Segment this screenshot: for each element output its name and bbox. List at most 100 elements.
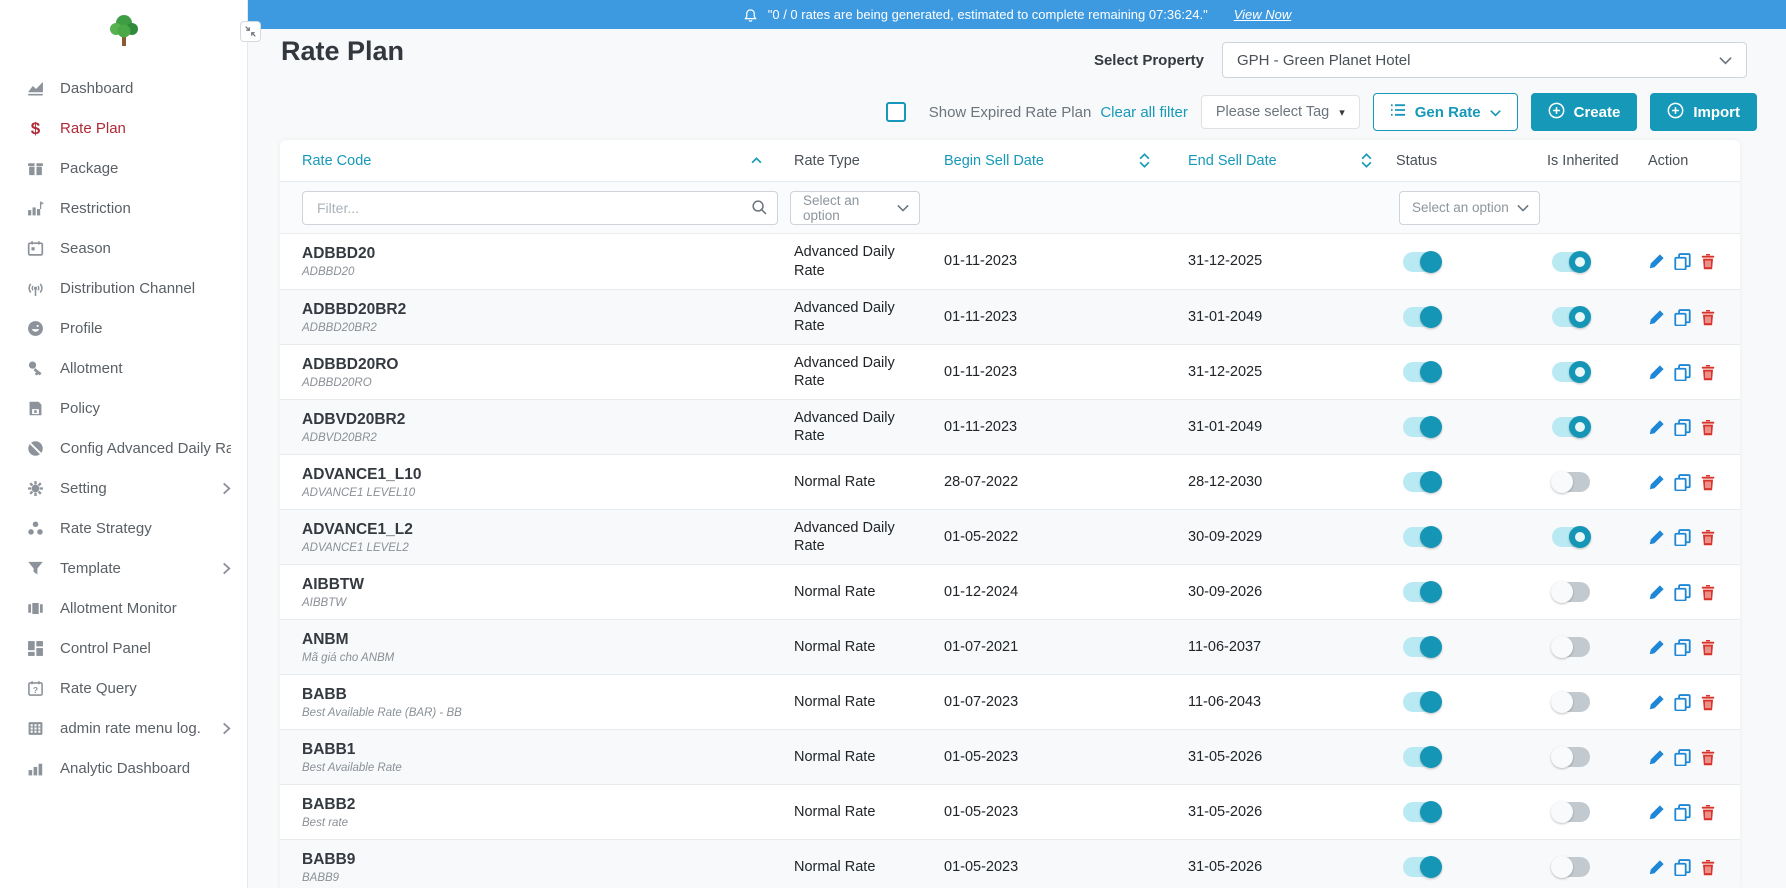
sidebar-item-season[interactable]: Season [0, 228, 247, 268]
sidebar-item-rate-plan[interactable]: $Rate Plan [0, 108, 247, 148]
delete-icon[interactable] [1700, 584, 1716, 601]
tag-select[interactable]: Please select Tag ▾ [1201, 95, 1360, 129]
edit-icon[interactable] [1648, 474, 1665, 491]
edit-icon[interactable] [1648, 364, 1665, 381]
is-inherited-toggle[interactable] [1552, 637, 1590, 657]
sidebar-item-setting[interactable]: Setting [0, 468, 247, 508]
copy-icon[interactable] [1674, 694, 1691, 711]
sidebar-item-restriction[interactable]: Restriction [0, 188, 247, 228]
show-expired-checkbox[interactable] [886, 102, 906, 122]
copy-icon[interactable] [1674, 364, 1691, 381]
delete-icon[interactable] [1700, 639, 1716, 656]
status-toggle[interactable] [1403, 692, 1441, 712]
delete-icon[interactable] [1700, 364, 1716, 381]
copy-icon[interactable] [1674, 529, 1691, 546]
sidebar-item-profile[interactable]: Profile [0, 308, 247, 348]
sort-both-icon[interactable] [1139, 153, 1150, 168]
copy-icon[interactable] [1674, 419, 1691, 436]
is-inherited-toggle[interactable] [1552, 527, 1590, 547]
delete-icon[interactable] [1700, 749, 1716, 766]
delete-icon[interactable] [1700, 859, 1716, 876]
import-button[interactable]: Import [1650, 93, 1757, 131]
status-toggle[interactable] [1403, 527, 1441, 547]
status-toggle[interactable] [1403, 307, 1441, 327]
status-filter-select[interactable]: Select an option [1399, 191, 1540, 225]
status-toggle[interactable] [1403, 362, 1441, 382]
status-toggle[interactable] [1403, 417, 1441, 437]
copy-icon[interactable] [1674, 309, 1691, 326]
is-inherited-toggle[interactable] [1552, 692, 1590, 712]
edit-icon[interactable] [1648, 639, 1665, 656]
edit-icon[interactable] [1648, 749, 1665, 766]
status-toggle[interactable] [1403, 747, 1441, 767]
sidebar-item-dashboard[interactable]: Dashboard [0, 68, 247, 108]
edit-icon[interactable] [1648, 529, 1665, 546]
delete-icon[interactable] [1700, 804, 1716, 821]
column-header-rate-code[interactable]: Rate Code [280, 153, 770, 169]
edit-icon[interactable] [1648, 694, 1665, 711]
clear-all-filter-link[interactable]: Clear all filter [1100, 104, 1188, 121]
sort-both-icon[interactable] [1361, 153, 1372, 168]
column-header-end-sell-date[interactable]: End Sell Date [1158, 153, 1380, 169]
create-button[interactable]: Create [1531, 93, 1638, 131]
is-inherited-toggle[interactable] [1552, 362, 1590, 382]
is-inherited-toggle[interactable] [1552, 252, 1590, 272]
delete-icon[interactable] [1700, 419, 1716, 436]
edit-icon[interactable] [1648, 804, 1665, 821]
delete-icon[interactable] [1700, 529, 1716, 546]
status-toggle[interactable] [1403, 252, 1441, 272]
sidebar-item-analytic-dashboard[interactable]: Analytic Dashboard [0, 748, 247, 788]
delete-icon[interactable] [1700, 694, 1716, 711]
status-toggle[interactable] [1403, 472, 1441, 492]
edit-icon[interactable] [1648, 419, 1665, 436]
sidebar-item-policy[interactable]: Policy [0, 388, 247, 428]
is-inherited-toggle[interactable] [1552, 307, 1590, 327]
logo[interactable] [0, 0, 247, 62]
edit-icon[interactable] [1648, 584, 1665, 601]
copy-icon[interactable] [1674, 253, 1691, 270]
is-inherited-toggle[interactable] [1552, 747, 1590, 767]
status-toggle[interactable] [1403, 857, 1441, 877]
sidebar-item-distribution-channel[interactable]: Distribution Channel [0, 268, 247, 308]
delete-icon[interactable] [1700, 474, 1716, 491]
is-inherited-toggle[interactable] [1552, 472, 1590, 492]
sidebar-item-config-advanced-daily-rate[interactable]: Config Advanced Daily Rate [0, 428, 247, 468]
edit-icon[interactable] [1648, 253, 1665, 270]
sidebar-item-rate-query[interactable]: ?Rate Query [0, 668, 247, 708]
rate-code-filter-input[interactable] [302, 191, 778, 225]
sidebar-item-rate-strategy[interactable]: Rate Strategy [0, 508, 247, 548]
copy-icon[interactable] [1674, 749, 1691, 766]
sidebar-item-allotment-monitor[interactable]: Allotment Monitor [0, 588, 247, 628]
edit-icon[interactable] [1648, 309, 1665, 326]
is-inherited-toggle[interactable] [1552, 417, 1590, 437]
copy-icon[interactable] [1674, 639, 1691, 656]
is-inherited-toggle[interactable] [1552, 857, 1590, 877]
copy-icon[interactable] [1674, 804, 1691, 821]
sort-asc-icon[interactable] [751, 157, 762, 164]
status-toggle[interactable] [1403, 637, 1441, 657]
sidebar-item-control-panel[interactable]: Control Panel [0, 628, 247, 668]
rate-type-filter-select[interactable]: Select an option [790, 191, 920, 225]
copy-icon[interactable] [1674, 584, 1691, 601]
sidebar-item-label: Config Advanced Daily Rate [60, 440, 231, 457]
copy-icon[interactable] [1674, 474, 1691, 491]
delete-icon[interactable] [1700, 309, 1716, 326]
column-header-begin-sell-date[interactable]: Begin Sell Date [920, 153, 1158, 169]
is-inherited-toggle[interactable] [1552, 582, 1590, 602]
table-row: ANBMMã giá cho ANBMNormal Rate01-07-2021… [280, 619, 1740, 674]
sidebar-item-template[interactable]: Template [0, 548, 247, 588]
sidebar-item-allotment[interactable]: Allotment [0, 348, 247, 388]
sidebar-item-package[interactable]: Package [0, 148, 247, 188]
view-now-link[interactable]: View Now [1234, 7, 1292, 22]
edit-icon[interactable] [1648, 859, 1665, 876]
copy-icon[interactable] [1674, 859, 1691, 876]
status-toggle[interactable] [1403, 802, 1441, 822]
delete-icon[interactable] [1700, 253, 1716, 270]
is-inherited-toggle[interactable] [1552, 802, 1590, 822]
property-select[interactable]: GPH - Green Planet Hotel [1222, 42, 1747, 78]
plus-circle-icon [1548, 102, 1565, 123]
gen-rate-button[interactable]: Gen Rate [1373, 93, 1518, 131]
sidebar-item-admin-rate-menu-log[interactable]: admin rate menu log. [0, 708, 247, 748]
sidebar-collapse-button[interactable] [240, 21, 261, 42]
status-toggle[interactable] [1403, 582, 1441, 602]
